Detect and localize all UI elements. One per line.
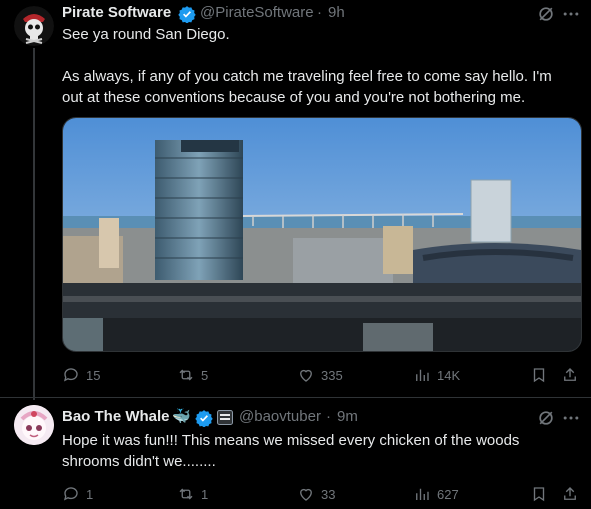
tweet1-text-line3: out at these conventions because of you … — [62, 89, 526, 106]
bookmark-icon — [533, 368, 545, 383]
pirate-software-avatar[interactable] — [14, 6, 54, 46]
tweet1-text-line1: See ya round San Diego. — [62, 26, 230, 43]
tweet2-reply-count: 1 — [86, 486, 94, 502]
tweet2-share-button[interactable] — [561, 485, 579, 503]
bao-the-whale-avatar[interactable] — [14, 405, 54, 445]
like-icon — [300, 488, 312, 501]
verified-badge-icon — [195, 409, 213, 428]
bookmark-icon — [533, 487, 545, 502]
tweet2-separator: · — [326, 408, 331, 425]
tweet1-author-name[interactable]: Pirate Software — [62, 4, 171, 21]
tweet1-time[interactable]: 9h — [328, 4, 345, 21]
tweet2-like-count: 33 — [321, 486, 336, 502]
tweet2-views-button[interactable]: 627 — [413, 485, 459, 503]
tweet2-text-line1: Hope it was fun!!! This means we missed … — [62, 432, 520, 449]
tweet2-text-line2: shrooms didn't we........ — [62, 453, 216, 470]
tweet1-reply-button[interactable]: 15 — [62, 366, 100, 384]
repost-icon — [179, 369, 193, 381]
views-icon — [416, 369, 429, 381]
tweet1-reply-count: 15 — [86, 367, 101, 383]
reply-icon — [63, 368, 78, 382]
tweet2-like-button[interactable]: 33 — [297, 485, 335, 503]
tweet2-reply-button[interactable]: 1 — [62, 485, 93, 503]
tweet1-bookmark-button[interactable] — [530, 366, 548, 384]
tweet1-photo-san-diego[interactable] — [62, 117, 582, 352]
tweet1-repost-count: 5 — [201, 367, 209, 383]
tweet1-like-count: 335 — [321, 367, 343, 383]
tweet1-views-button[interactable]: 14K — [413, 366, 460, 384]
like-icon — [300, 369, 312, 382]
whale-emoji: 🐳 — [172, 407, 191, 425]
more-icon[interactable] — [561, 408, 581, 433]
tweet1-view-count: 14K — [437, 367, 461, 383]
tweet1-like-button[interactable]: 335 — [297, 366, 343, 384]
verified-badge-icon — [178, 5, 196, 24]
grok-icon[interactable] — [536, 408, 556, 433]
tweet1-handle[interactable]: @PirateSoftware — [200, 4, 314, 21]
tweet-divider — [0, 397, 591, 398]
subscriber-badge-icon — [217, 410, 233, 425]
share-icon — [564, 368, 576, 381]
tweet1-repost-button[interactable]: 5 — [177, 366, 208, 384]
tweet2-author-name[interactable]: Bao The Whale — [62, 408, 170, 425]
tweet2-view-count: 627 — [437, 486, 459, 502]
reply-icon — [63, 487, 78, 501]
tweet2-repost-button[interactable]: 1 — [177, 485, 208, 503]
tweet2-repost-count: 1 — [201, 486, 209, 502]
thread-connector-line — [33, 48, 35, 400]
tweet2-time[interactable]: 9m — [337, 408, 358, 425]
tweet1-share-button[interactable] — [561, 366, 579, 384]
tweet2-bookmark-button[interactable] — [530, 485, 548, 503]
tweet1-separator: · — [317, 4, 322, 21]
repost-icon — [179, 488, 193, 500]
views-icon — [416, 488, 429, 500]
tweet2-handle[interactable]: @baovtuber — [239, 408, 321, 425]
share-icon — [564, 487, 576, 500]
tweet1-text-line2: As always, if any of you catch me travel… — [62, 68, 552, 85]
